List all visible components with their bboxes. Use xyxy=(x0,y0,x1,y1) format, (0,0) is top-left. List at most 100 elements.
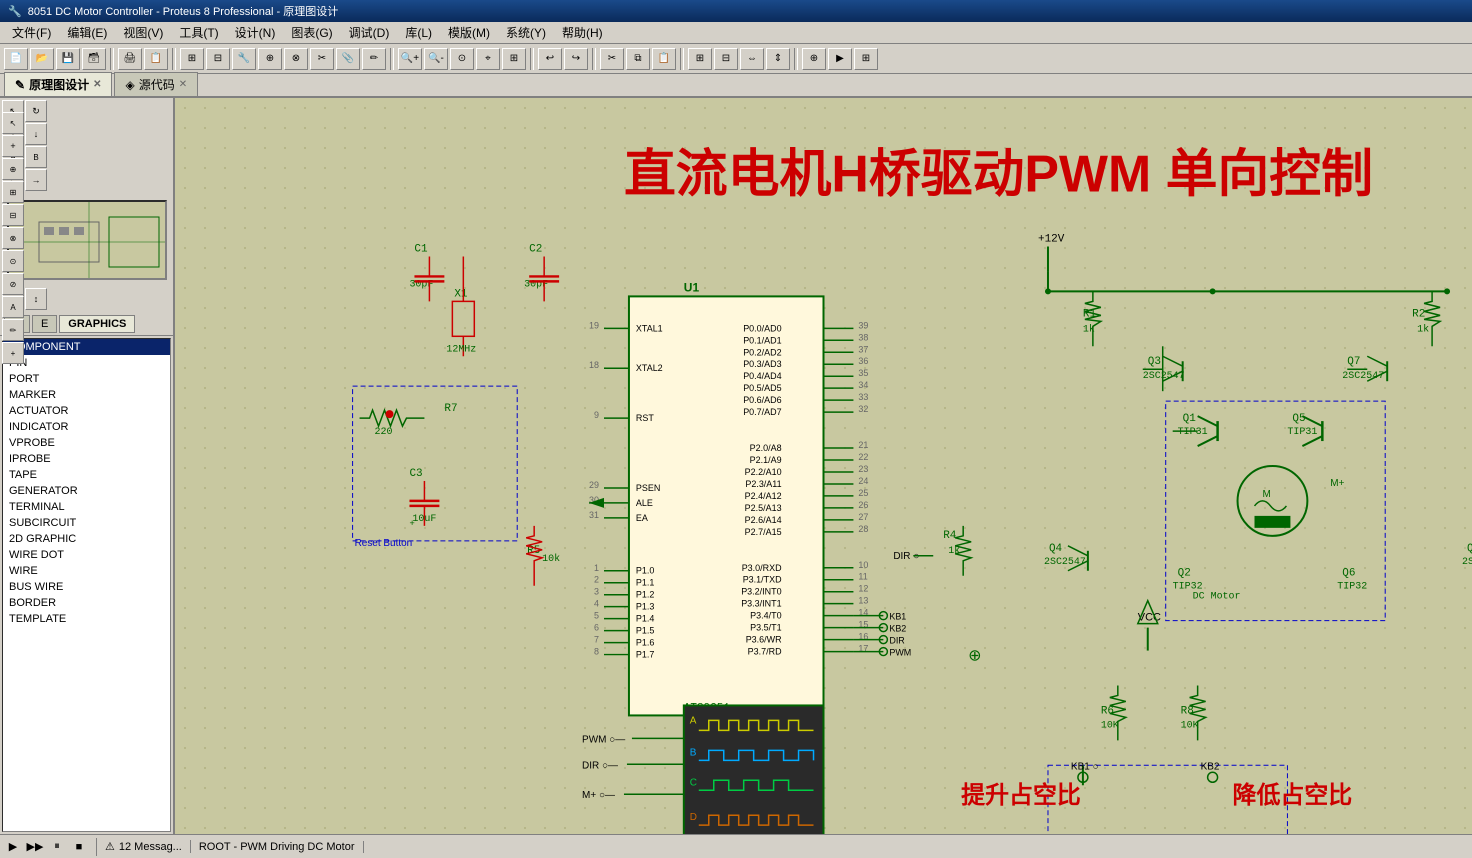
comp-tab-e[interactable]: E xyxy=(32,315,57,333)
menu-template[interactable]: 模版(M) xyxy=(440,22,498,43)
ltool-10[interactable]: ✏ xyxy=(2,319,24,341)
block2-btn[interactable]: ⊟ xyxy=(714,48,738,70)
menu-help[interactable]: 帮助(H) xyxy=(554,22,611,43)
copy-btn[interactable]: ⧉ xyxy=(626,48,650,70)
rotate-cw-tool[interactable]: ↻ xyxy=(25,100,47,122)
svg-text:Q6: Q6 xyxy=(1342,568,1355,580)
comp-item-buswire[interactable]: BUS WIRE xyxy=(3,579,170,595)
menu-library[interactable]: 库(L) xyxy=(397,22,440,43)
comp-item-border[interactable]: BORDER xyxy=(3,595,170,611)
comp-item-pin[interactable]: PIN xyxy=(3,355,170,371)
tool-b[interactable]: B xyxy=(25,146,47,168)
ltool-5[interactable]: ⊟ xyxy=(2,204,24,226)
save-all-btn[interactable]: 🗃 xyxy=(82,48,106,70)
ltool-11[interactable]: + xyxy=(2,342,24,364)
menu-system[interactable]: 系统(Y) xyxy=(498,22,554,43)
tb9[interactable]: 📎 xyxy=(336,48,360,70)
ltool-3[interactable]: ⊕ xyxy=(2,158,24,180)
menu-view[interactable]: 视图(V) xyxy=(115,22,171,43)
simulate-btn[interactable]: ▶ xyxy=(828,48,852,70)
comp-item-wire[interactable]: WIRE xyxy=(3,563,170,579)
new-btn[interactable]: 📄 xyxy=(4,48,28,70)
menu-graph[interactable]: 图表(G) xyxy=(283,22,340,43)
align-btn[interactable]: ⇔ xyxy=(740,48,764,70)
comp-item-terminal[interactable]: TERMINAL xyxy=(3,499,170,515)
align2-btn[interactable]: ⇕ xyxy=(766,48,790,70)
redo-btn[interactable]: ↪ xyxy=(564,48,588,70)
ltool-1[interactable]: ↖ xyxy=(2,112,24,134)
print-btn[interactable]: 🖨 xyxy=(118,48,142,70)
pcb-btn[interactable]: ⊞ xyxy=(854,48,878,70)
comp-item-subcircuit[interactable]: SUBCIRCUIT xyxy=(3,515,170,531)
netlist-btn[interactable]: ⊕ xyxy=(802,48,826,70)
zoom-btn3[interactable]: ⊞ xyxy=(502,48,526,70)
tab-code[interactable]: ◈ 源代码 ✕ xyxy=(114,72,198,96)
schematic-area[interactable]: 直流电机H桥驱动PWM 单向控制 +12V VCC C1 30pF C2 30p… xyxy=(175,98,1472,834)
comp-item-wiredot[interactable]: WIRE DOT xyxy=(3,547,170,563)
menu-debug[interactable]: 调试(D) xyxy=(341,22,398,43)
ltool-8[interactable]: ⊘ xyxy=(2,273,24,295)
undo-btn[interactable]: ↩ xyxy=(538,48,562,70)
tool-left2[interactable]: ↕ xyxy=(25,288,47,310)
comp-item-indicator[interactable]: INDICATOR xyxy=(3,419,170,435)
print2-btn[interactable]: 📋 xyxy=(144,48,168,70)
tb3[interactable]: ⊞ xyxy=(180,48,204,70)
tb5[interactable]: 🔧 xyxy=(232,48,256,70)
svg-text:10: 10 xyxy=(858,560,868,570)
comp-item-actuator[interactable]: ACTUATOR xyxy=(3,403,170,419)
menu-design[interactable]: 设计(N) xyxy=(227,22,284,43)
tab-code-close[interactable]: ✕ xyxy=(179,79,187,90)
comp-item-template[interactable]: TEMPLATE xyxy=(3,611,170,627)
comp-item-port[interactable]: PORT xyxy=(3,371,170,387)
ltool-2[interactable]: + xyxy=(2,135,24,157)
save-btn[interactable]: 💾 xyxy=(56,48,80,70)
cut-btn[interactable]: ✂ xyxy=(600,48,624,70)
zoom-in-btn[interactable]: 🔍+ xyxy=(398,48,422,70)
svg-text:KB1: KB1 xyxy=(889,612,906,622)
menu-edit[interactable]: 编辑(E) xyxy=(59,22,115,43)
comp-item-tape[interactable]: TAPE xyxy=(3,467,170,483)
ltool-9[interactable]: A xyxy=(2,296,24,318)
comp-item-vprobe[interactable]: VPROBE xyxy=(3,435,170,451)
message-count[interactable]: 12 Messag... xyxy=(119,841,182,853)
comp-list[interactable]: COMPONENT PIN PORT MARKER ACTUATOR INDIC… xyxy=(2,338,171,832)
svg-text:P2.1/A9: P2.1/A9 xyxy=(750,455,782,465)
comp-item-iprobe[interactable]: IPROBE xyxy=(3,451,170,467)
comp-item-component[interactable]: COMPONENT xyxy=(3,339,170,355)
menu-tool[interactable]: 工具(T) xyxy=(171,22,226,43)
tb6[interactable]: ⊕ xyxy=(258,48,282,70)
svg-text:XTAL2: XTAL2 xyxy=(636,363,663,373)
svg-text:P2.0/A8: P2.0/A8 xyxy=(750,443,782,453)
stop-btn[interactable]: ■ xyxy=(70,838,88,856)
svg-text:P2.3/A11: P2.3/A11 xyxy=(745,479,781,489)
tb8[interactable]: ✂ xyxy=(310,48,334,70)
play-btn[interactable]: ▶ xyxy=(4,838,22,856)
menu-file[interactable]: 文件(F) xyxy=(4,22,59,43)
ltool-6[interactable]: ⊗ xyxy=(2,227,24,249)
comp-item-generator[interactable]: GENERATOR xyxy=(3,483,170,499)
mirror-tool[interactable]: ↓ xyxy=(25,123,47,145)
zoom-btn2[interactable]: ⌖ xyxy=(476,48,500,70)
svg-text:P3.5/T1: P3.5/T1 xyxy=(750,623,781,633)
block-btn[interactable]: ⊞ xyxy=(688,48,712,70)
zoom-fit-btn[interactable]: ⊙ xyxy=(450,48,474,70)
step-play-btn[interactable]: ▶▶ xyxy=(26,838,44,856)
tab-schematic[interactable]: ✎ 原理图设计 ✕ xyxy=(4,72,112,96)
svg-text:Q3: Q3 xyxy=(1148,356,1161,368)
ltool-4[interactable]: ⊞ xyxy=(2,181,24,203)
svg-text:EA: EA xyxy=(636,513,648,523)
comp-tab-graphics[interactable]: GRAPHICS xyxy=(59,315,135,333)
zoom-out-btn[interactable]: 🔍- xyxy=(424,48,448,70)
ltool-7[interactable]: ⊙ xyxy=(2,250,24,272)
tb10[interactable]: ✏ xyxy=(362,48,386,70)
comp-item-marker[interactable]: MARKER xyxy=(3,387,170,403)
tb4[interactable]: ⊟ xyxy=(206,48,230,70)
comp-item-2dgraphic[interactable]: 2D GRAPHIC xyxy=(3,531,170,547)
tb7[interactable]: ⊗ xyxy=(284,48,308,70)
paste-btn[interactable]: 📋 xyxy=(652,48,676,70)
open-btn[interactable]: 📂 xyxy=(30,48,54,70)
pan-right[interactable]: → xyxy=(25,169,47,191)
tab-schematic-close[interactable]: ✕ xyxy=(93,79,101,90)
pause-btn[interactable]: ⏸ xyxy=(48,838,66,856)
svg-text:Q4: Q4 xyxy=(1049,543,1063,555)
